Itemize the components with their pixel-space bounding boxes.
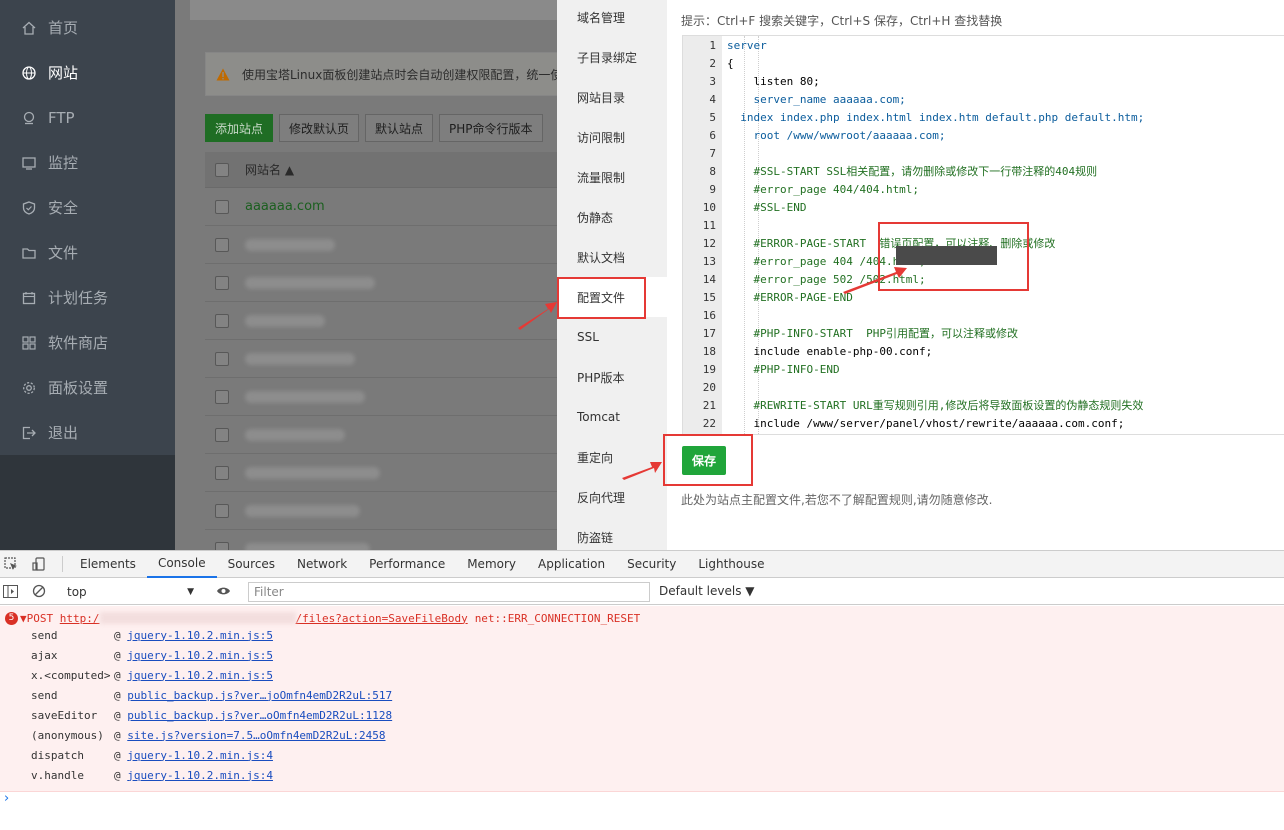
app-root: 首页 网站 FTP 监控 安全 文件 计划任务 软件商店 面板设置 退出 使用宝… (0, 0, 1284, 830)
redacted-host (99, 612, 296, 624)
devtools-tab-performance[interactable]: Performance (358, 551, 456, 578)
stack-function: (anonymous) (31, 728, 104, 742)
console-prompt[interactable]: › (4, 791, 9, 806)
arrow-to-save (622, 462, 662, 480)
error-method[interactable]: ▼POST (20, 612, 60, 625)
clear-console-icon[interactable] (32, 584, 46, 601)
devtools-panel: Elements Console Sources Network Perform… (0, 550, 1284, 830)
stack-frame: v.handle @ jquery-1.10.2.min.js:4 (31, 765, 273, 785)
stack-source-link[interactable]: site.js?version=7.5…oOmfn4emD2R2uL:2458 (127, 729, 385, 742)
stack-function: dispatch (31, 748, 84, 762)
console-toolbar: top ▼ Filter Default levels ▼ (0, 579, 1284, 605)
devtools-tab-sources[interactable]: Sources (217, 551, 286, 578)
error-summary: 5 ▼POST http:/ /files?action=SaveFileBod… (5, 611, 640, 625)
stack-at: @ (114, 728, 128, 742)
chevron-down-icon: ▼ (187, 587, 194, 597)
console-filter-input[interactable]: Filter (248, 582, 650, 602)
stack-function: send (31, 688, 58, 702)
stack-function: send (31, 628, 58, 642)
stack-function: v.handle (31, 768, 84, 782)
stack-at: @ (114, 668, 128, 682)
devtools-tab-elements[interactable]: Elements (69, 551, 147, 578)
console-error-entry: 5 ▼POST http:/ /files?action=SaveFileBod… (0, 606, 1284, 792)
devtools-tab-memory[interactable]: Memory (456, 551, 527, 578)
default-levels-dropdown[interactable]: Default levels ▼ (659, 584, 755, 598)
stack-source-link[interactable]: jquery-1.10.2.min.js:5 (127, 669, 273, 682)
stack-source-link[interactable]: public_backup.js?ver…oOmfn4emD2R2uL:1128 (127, 709, 392, 722)
error-url-end[interactable]: /files?action=SaveFileBody (296, 612, 468, 625)
stack-frame: x.<computed> @ jquery-1.10.2.min.js:5 (31, 665, 273, 685)
stack-at: @ (114, 628, 128, 642)
context-select[interactable]: top ▼ (58, 582, 202, 602)
stack-source-link[interactable]: jquery-1.10.2.min.js:5 (127, 649, 273, 662)
stack-frame: saveEditor @ public_backup.js?ver…oOmfn4e… (31, 705, 392, 725)
stack-at: @ (114, 648, 128, 662)
devtools-tab-application[interactable]: Application (527, 551, 616, 578)
stack-source-link[interactable]: jquery-1.10.2.min.js:5 (127, 629, 273, 642)
arrow-to-error-page (843, 267, 907, 294)
devtools-tab-lighthouse[interactable]: Lighthouse (687, 551, 775, 578)
devtools-tab-security[interactable]: Security (616, 551, 687, 578)
stack-frame: send @ jquery-1.10.2.min.js:5 (31, 625, 273, 645)
stack-at: @ (114, 768, 128, 782)
context-value: top (67, 585, 87, 599)
error-text: net::ERR_CONNECTION_RESET (474, 611, 641, 625)
arrow-to-config-tab (518, 302, 557, 330)
stack-frame: (anonymous) @ site.js?version=7.5…oOmfn4e… (31, 725, 386, 745)
stack-function: saveEditor (31, 708, 98, 722)
inspect-element-icon[interactable] (4, 557, 22, 571)
error-url-start[interactable]: http:/ (60, 612, 100, 625)
stack-frame: dispatch @ jquery-1.10.2.min.js:4 (31, 745, 273, 765)
eye-icon[interactable] (216, 585, 231, 600)
devtools-tab-console[interactable]: Console (146, 551, 217, 578)
error-count-badge: 5 (5, 611, 18, 625)
stack-function: x.<computed> (31, 668, 111, 682)
stack-at: @ (114, 708, 128, 722)
stack-at: @ (114, 688, 128, 702)
device-toolbar-icon[interactable] (32, 557, 52, 571)
devtools-tab-network[interactable]: Network (286, 551, 358, 578)
stack-frame: ajax @ jquery-1.10.2.min.js:5 (31, 645, 273, 665)
stack-at: @ (114, 748, 128, 762)
stack-source-link[interactable]: jquery-1.10.2.min.js:4 (127, 749, 273, 762)
stack-source-link[interactable]: public_backup.js?ver…joOmfn4emD2R2uL:517 (127, 689, 392, 702)
stack-frame: send @ public_backup.js?ver…joOmfn4emD2R2… (31, 685, 392, 705)
stack-function: ajax (31, 648, 58, 662)
stack-source-link[interactable]: jquery-1.10.2.min.js:4 (127, 769, 273, 782)
sidebar-toggle-icon[interactable] (3, 585, 18, 601)
devtools-tabbar: Elements Console Sources Network Perform… (0, 551, 1284, 578)
